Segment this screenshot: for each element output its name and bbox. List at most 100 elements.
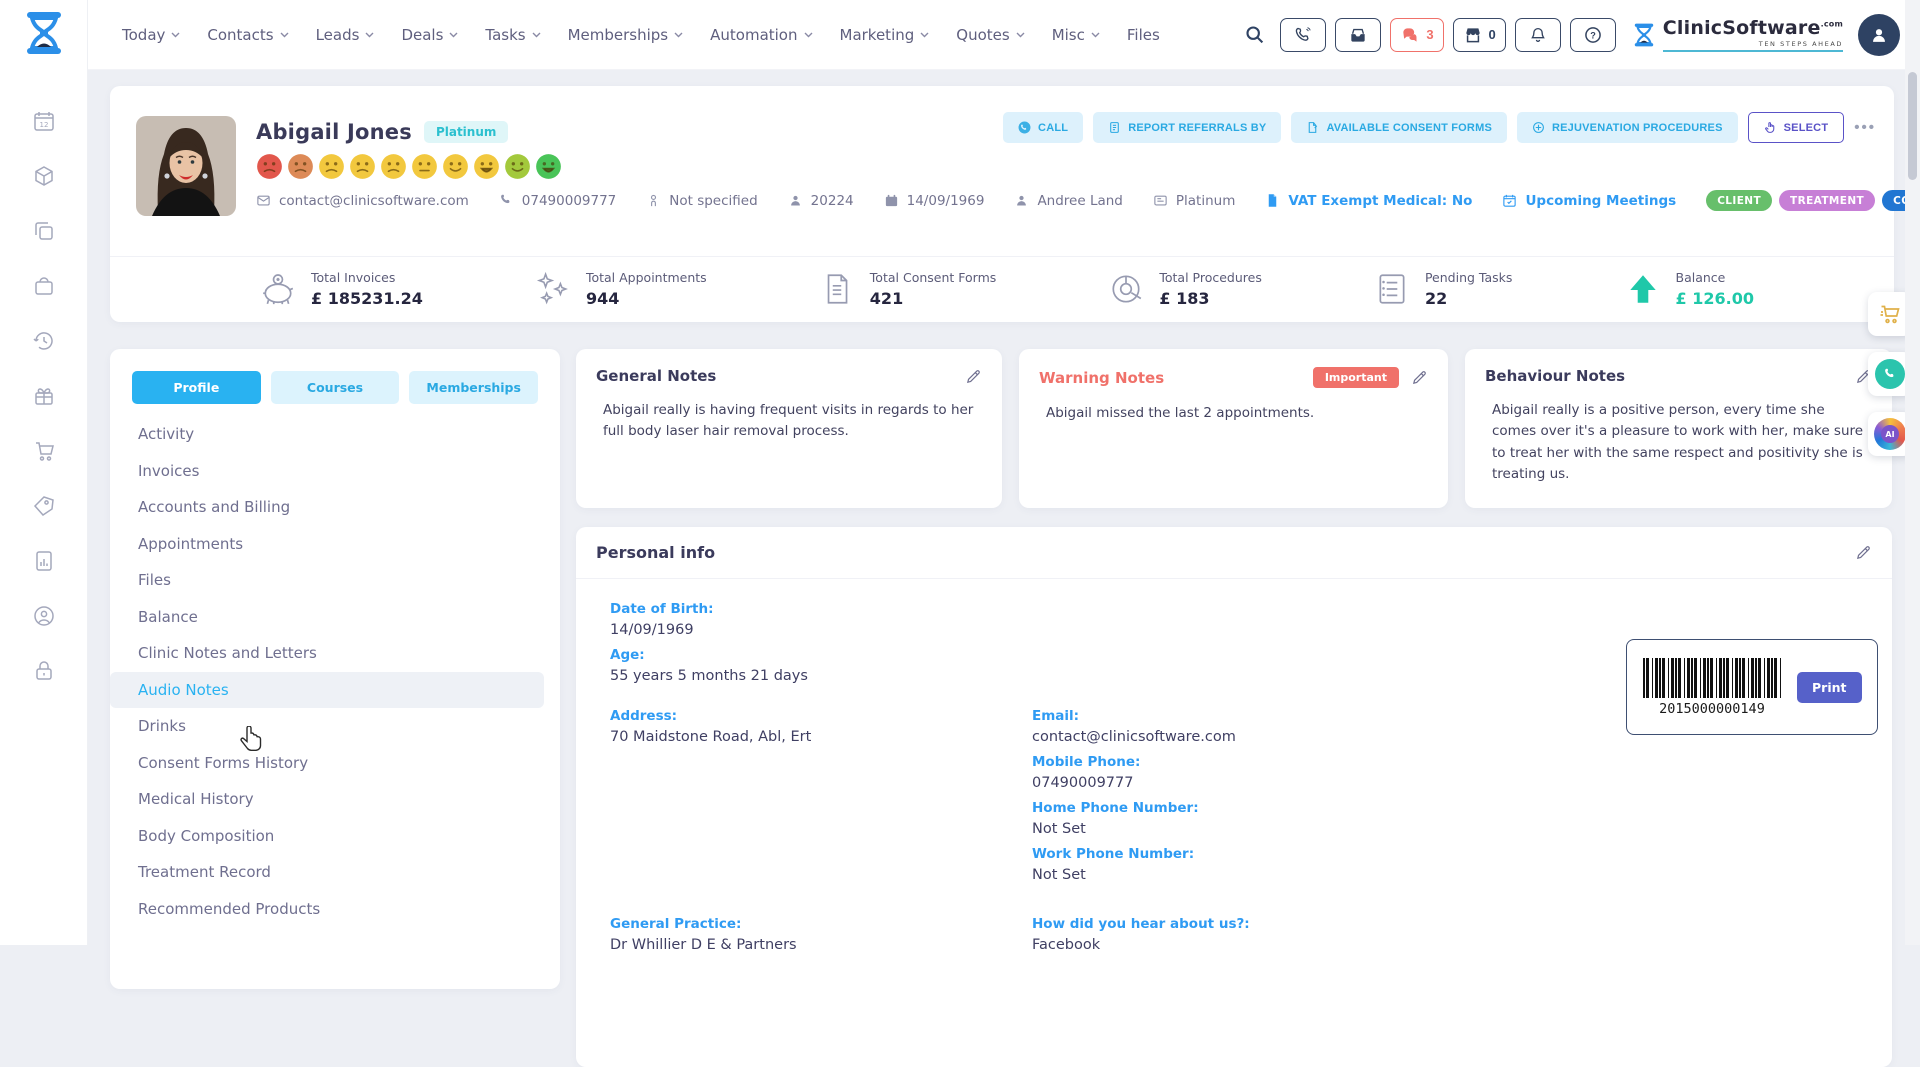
upcoming-meetings-link[interactable]: Upcoming Meetings <box>1502 193 1676 209</box>
edit-pencil-icon[interactable] <box>1855 544 1872 561</box>
satisfaction-emoji-great[interactable] <box>504 153 531 180</box>
panel-tabs: Profile Courses Memberships <box>132 371 538 404</box>
phone-icon <box>1294 26 1312 44</box>
warning-notes-card: Warning Notes Important Abigail missed t… <box>1019 349 1448 508</box>
pointer-icon <box>1764 121 1777 134</box>
general-notes-text: Abigail really is having frequent visits… <box>596 400 982 443</box>
rejuvenation-procedures-button[interactable]: REJUVENATION PROCEDURES <box>1517 112 1738 143</box>
tab-memberships[interactable]: Memberships <box>409 371 538 404</box>
patient-label-pill[interactable]: TREATMENT <box>1779 190 1875 211</box>
patient-barcode-box: 2015000000149 Print <box>1626 639 1878 735</box>
satisfaction-emoji-happy[interactable] <box>473 153 500 180</box>
lock-icon[interactable] <box>32 659 56 683</box>
satisfaction-emoji-excellent[interactable] <box>535 153 562 180</box>
clinicsoftware-logo-icon[interactable] <box>18 9 70 57</box>
bag-icon[interactable] <box>32 274 56 298</box>
form-pen-icon <box>1306 121 1319 134</box>
more-actions-button[interactable]: ••• <box>1854 119 1876 136</box>
search-icon[interactable] <box>1244 24 1265 45</box>
nav-contacts[interactable]: Contacts <box>207 26 288 44</box>
document-icon <box>819 271 855 307</box>
select-button[interactable]: SELECT <box>1748 112 1845 143</box>
menu-item-audio-notes[interactable]: Audio Notes <box>110 672 544 709</box>
patient-name: Abigail Jones <box>256 120 412 144</box>
general-notes-title: General Notes <box>596 367 716 385</box>
tab-profile[interactable]: Profile <box>132 371 261 404</box>
menu-item-balance[interactable]: Balance <box>110 599 560 636</box>
chevron-down-icon <box>449 32 458 38</box>
inbox-icon <box>1348 25 1368 45</box>
patient-phone[interactable]: 07490009777 <box>499 193 616 209</box>
gift-icon[interactable] <box>32 384 56 408</box>
help-button[interactable]: ? <box>1570 18 1616 52</box>
piggy-bank-icon <box>260 271 296 307</box>
satisfaction-emoji-meh[interactable] <box>380 153 407 180</box>
contact-icon[interactable] <box>32 604 56 628</box>
dialer-button[interactable] <box>1280 18 1326 52</box>
inbox-button[interactable] <box>1335 18 1381 52</box>
tab-courses[interactable]: Courses <box>271 371 400 404</box>
menu-item-activity[interactable]: Activity <box>110 416 560 453</box>
nav-automation[interactable]: Automation <box>710 26 812 44</box>
menu-item-recommended-products[interactable]: Recommended Products <box>110 891 560 928</box>
consent-forms-button[interactable]: AVAILABLE CONSENT FORMS <box>1291 112 1507 143</box>
menu-item-accounts-and-billing[interactable]: Accounts and Billing <box>110 489 560 526</box>
nav-marketing[interactable]: Marketing <box>840 26 930 44</box>
vat-exempt-link[interactable]: VAT Exempt Medical: No <box>1265 193 1472 209</box>
satisfaction-emoji-content[interactable] <box>442 153 469 180</box>
patient-label-pill[interactable]: CLIENT <box>1706 190 1772 211</box>
store-button[interactable]: 0 <box>1453 18 1506 52</box>
satisfaction-emoji-very-angry[interactable] <box>256 153 283 180</box>
menu-item-appointments[interactable]: Appointments <box>110 526 560 563</box>
notifications-button[interactable] <box>1515 18 1561 52</box>
donut-chart-icon <box>1108 271 1144 307</box>
tag-icon[interactable] <box>32 494 56 518</box>
call-button[interactable]: CALL <box>1003 112 1083 143</box>
satisfaction-emoji-neutral[interactable] <box>411 153 438 180</box>
copy-icon[interactable] <box>32 219 56 243</box>
cart-icon[interactable] <box>32 439 56 463</box>
nav-deals[interactable]: Deals <box>401 26 458 44</box>
stat-balance: Balance£ 126.00 <box>1625 270 1754 308</box>
patient-id: 20224 <box>788 193 854 209</box>
patient-email[interactable]: contact@clinicsoftware.com <box>256 193 469 209</box>
menu-item-clinic-notes-and-letters[interactable]: Clinic Notes and Letters <box>110 635 560 672</box>
chevron-down-icon <box>171 32 180 38</box>
satisfaction-emoji-unhappy[interactable] <box>318 153 345 180</box>
menu-item-medical-history[interactable]: Medical History <box>110 781 560 818</box>
nav-tasks[interactable]: Tasks <box>485 26 540 44</box>
report-icon[interactable] <box>32 549 56 573</box>
report-icon <box>1108 121 1121 134</box>
chevron-down-icon <box>365 32 374 38</box>
user-avatar[interactable] <box>1858 14 1900 56</box>
satisfaction-emoji-angry[interactable] <box>287 153 314 180</box>
satisfaction-emoji-displeased[interactable] <box>349 153 376 180</box>
general-notes-card: General Notes Abigail really is having f… <box>576 349 1002 508</box>
clinicsoftware-brand[interactable]: ClinicSoftware.com TEN STEPS AHEAD <box>1631 17 1843 52</box>
phone-icon <box>1883 367 1898 382</box>
scrollbar-thumb[interactable] <box>1908 72 1917 180</box>
nav-today[interactable]: Today <box>122 26 180 44</box>
menu-item-treatment-record[interactable]: Treatment Record <box>110 854 560 891</box>
arrow-up-icon <box>1625 271 1661 307</box>
nav-leads[interactable]: Leads <box>316 26 375 44</box>
chat-button[interactable]: 3 <box>1390 18 1443 52</box>
package-icon[interactable] <box>32 164 56 188</box>
nav-misc[interactable]: Misc <box>1052 26 1100 44</box>
document-icon <box>1265 193 1280 208</box>
nav-files[interactable]: Files <box>1127 26 1160 44</box>
menu-item-body-composition[interactable]: Body Composition <box>110 818 560 855</box>
menu-item-consent-forms-history[interactable]: Consent Forms History <box>110 745 560 782</box>
card-icon <box>1153 193 1168 208</box>
calendar-icon[interactable]: 12 <box>32 109 56 133</box>
report-referrals-button[interactable]: REPORT REFERRALS BY <box>1093 112 1281 143</box>
edit-pencil-icon[interactable] <box>1411 369 1428 386</box>
print-barcode-button[interactable]: Print <box>1797 672 1862 703</box>
menu-item-drinks[interactable]: Drinks <box>110 708 560 745</box>
nav-quotes[interactable]: Quotes <box>956 26 1024 44</box>
menu-item-invoices[interactable]: Invoices <box>110 453 560 490</box>
menu-item-files[interactable]: Files <box>110 562 560 599</box>
history-icon[interactable] <box>32 329 56 353</box>
nav-memberships[interactable]: Memberships <box>568 26 684 44</box>
edit-pencil-icon[interactable] <box>965 368 982 385</box>
